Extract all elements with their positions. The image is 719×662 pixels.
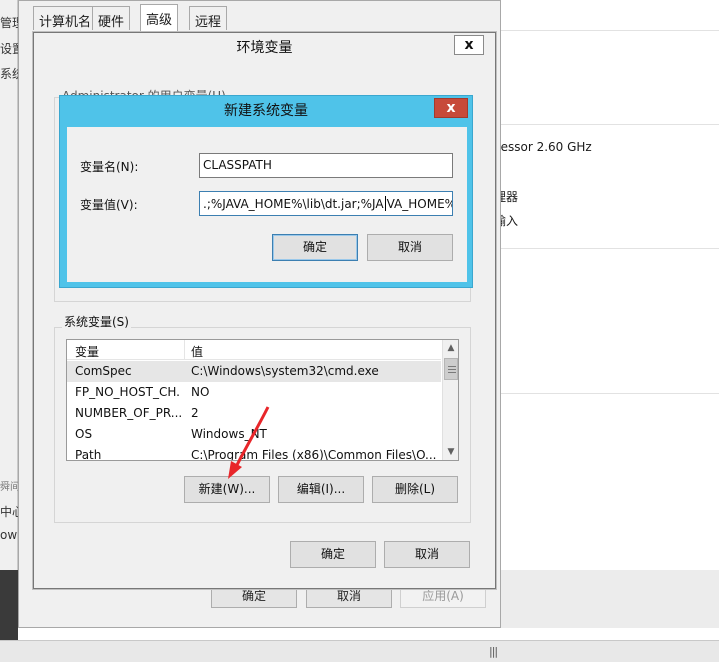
variable-value: C:\Windows\system32\cmd.exe xyxy=(191,364,379,378)
ok-button[interactable]: 确定 xyxy=(272,234,358,261)
scroll-up-icon[interactable]: ▲ xyxy=(443,340,458,356)
bg-left-text: 舜间 xyxy=(0,482,18,493)
scroll-down-icon[interactable]: ▼ xyxy=(443,444,458,460)
bg-left-text: 设置 xyxy=(0,42,18,56)
close-button[interactable]: x xyxy=(454,35,484,55)
divider xyxy=(501,124,719,125)
vertical-scrollbar[interactable]: ▲ ▼ xyxy=(442,340,458,460)
background-strip xyxy=(501,570,719,628)
edit-variable-button[interactable]: 编辑(I)... xyxy=(278,476,364,503)
variable-name-text: CLASSPATH xyxy=(203,158,272,172)
bg-left-text: 中心 xyxy=(0,505,18,519)
resize-grip-icon: ||| xyxy=(489,645,498,658)
variable-name: OS xyxy=(75,427,93,441)
system-info-panel xyxy=(501,0,719,570)
cancel-button[interactable]: 取消 xyxy=(367,234,453,261)
taskbar xyxy=(0,640,719,662)
variable-value-label: 变量值(V): xyxy=(80,198,138,212)
dialog-title: 新建系统变量 xyxy=(224,103,308,119)
text-caret xyxy=(384,196,386,211)
tab-hardware[interactable]: 硬件 xyxy=(92,6,131,30)
column-header-value[interactable]: 值 xyxy=(191,343,203,360)
red-arrow-annotation-icon xyxy=(228,406,270,479)
scroll-thumb[interactable] xyxy=(444,358,458,380)
dialog-title: 环境变量 xyxy=(236,40,293,56)
thumb-grip-line xyxy=(448,372,456,373)
variable-value-text-end: VA_HOME% xyxy=(386,197,453,211)
background-dark-strip xyxy=(0,570,18,640)
bg-left-text: ow xyxy=(0,528,18,542)
variable-name: NUMBER_OF_PR... xyxy=(75,406,181,420)
divider xyxy=(501,30,719,31)
tab-remote[interactable]: 远程 xyxy=(189,6,228,30)
close-button[interactable]: x xyxy=(434,98,468,118)
cancel-button[interactable]: 取消 xyxy=(384,541,470,568)
variable-value-text: .;%JAVA_HOME%\lib\dt.jar;%JA xyxy=(203,197,384,211)
background-window-left xyxy=(0,0,18,640)
variable-name-input[interactable]: CLASSPATH xyxy=(199,153,453,178)
divider xyxy=(501,248,719,249)
table-row[interactable]: ComSpec C:\Windows\system32\cmd.exe xyxy=(67,361,441,382)
dialog-body: 变量名(N): CLASSPATH 变量值(V): .;%JAVA_HOME%\… xyxy=(67,127,467,282)
thumb-grip-line xyxy=(448,366,456,367)
variable-name: Path xyxy=(75,448,102,461)
tab-advanced[interactable]: 高级 xyxy=(140,4,179,31)
delete-variable-button[interactable]: 删除(L) xyxy=(372,476,458,503)
divider xyxy=(501,393,719,394)
variable-value: NO xyxy=(191,385,210,399)
list-header: 变量 值 xyxy=(67,340,441,360)
system-variables-label: 系统变量(S) xyxy=(62,313,131,330)
column-divider xyxy=(184,340,185,360)
variable-name: ComSpec xyxy=(75,364,132,378)
table-row[interactable]: FP_NO_HOST_CH... NO xyxy=(67,382,441,403)
variable-name: FP_NO_HOST_CH... xyxy=(75,385,181,399)
tab-computer-name[interactable]: 计算机名 xyxy=(33,6,98,30)
bg-left-text: 管理 xyxy=(0,16,18,30)
thumb-grip-line xyxy=(448,369,456,370)
column-header-variable[interactable]: 变量 xyxy=(75,343,99,360)
variable-value-input[interactable]: .;%JAVA_HOME%\lib\dt.jar;%JA VA_HOME% xyxy=(199,191,453,216)
processor-info: cessor 2.60 GHz xyxy=(494,140,592,154)
ok-button[interactable]: 确定 xyxy=(290,541,376,568)
variable-name-label: 变量名(N): xyxy=(80,160,139,174)
new-system-variable-dialog: 新建系统变量 x 变量名(N): CLASSPATH 变量值(V): .;%JA… xyxy=(59,95,473,288)
bg-left-text: 系统 xyxy=(0,67,18,81)
